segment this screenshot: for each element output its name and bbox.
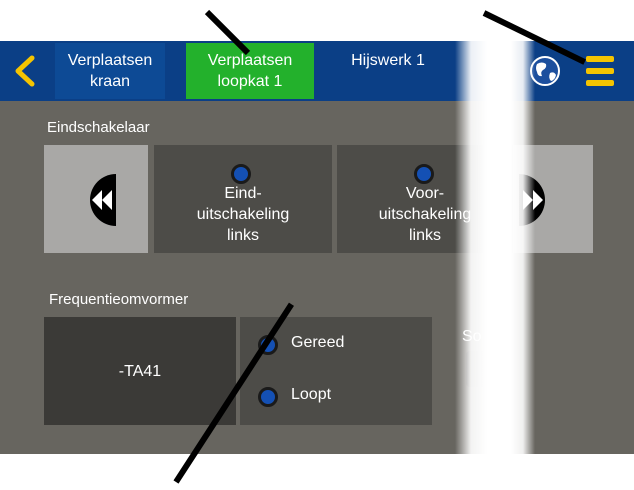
back-button[interactable] [0, 41, 52, 101]
status-led [258, 335, 278, 355]
tab-move-trolley-1[interactable]: Verplaatsen loopkat 1 [186, 43, 314, 99]
globe-icon [530, 56, 560, 86]
partial-control[interactable] [466, 351, 488, 387]
menu-button[interactable] [576, 49, 624, 93]
limit-switch-label: Eind- uitschakeling links [196, 185, 290, 244]
partial-label: So [462, 328, 482, 345]
limit-switch-item: Eind- uitschakeling links [154, 145, 332, 253]
status-led [414, 164, 434, 184]
converter-status-tile: Gereed Loopt [240, 317, 432, 425]
limit-switch-title: Eindschakelaar [47, 119, 150, 136]
double-chevron-right-icon [519, 174, 545, 226]
app-window: Verplaatsen kraan Verplaatsen loopkat 1 … [0, 41, 634, 454]
limit-switch-label: Voor- uitschakeling links [378, 185, 472, 244]
double-chevron-left-icon [90, 174, 116, 226]
status-ready-label: Gereed [291, 334, 345, 351]
chevron-left-icon [15, 55, 35, 87]
status-led [231, 164, 251, 184]
tab-move-crane[interactable]: Verplaatsen kraan [55, 43, 165, 99]
status-led [258, 387, 278, 407]
language-button[interactable] [520, 45, 570, 97]
limit-switch-item: Voor- uitschakeling links [337, 145, 513, 253]
frequency-converter-title: Frequentieomvormer [49, 291, 189, 308]
status-running-label: Loopt [291, 386, 332, 403]
device-name: -TA41 [118, 363, 162, 380]
prev-page-button[interactable] [44, 145, 148, 253]
device-tile: -TA41 [44, 317, 236, 425]
top-navbar: Verplaatsen kraan Verplaatsen loopkat 1 … [0, 41, 634, 101]
tab-hoisting-1[interactable]: Hijswerk 1 [332, 43, 444, 99]
next-page-button[interactable] [513, 145, 593, 253]
